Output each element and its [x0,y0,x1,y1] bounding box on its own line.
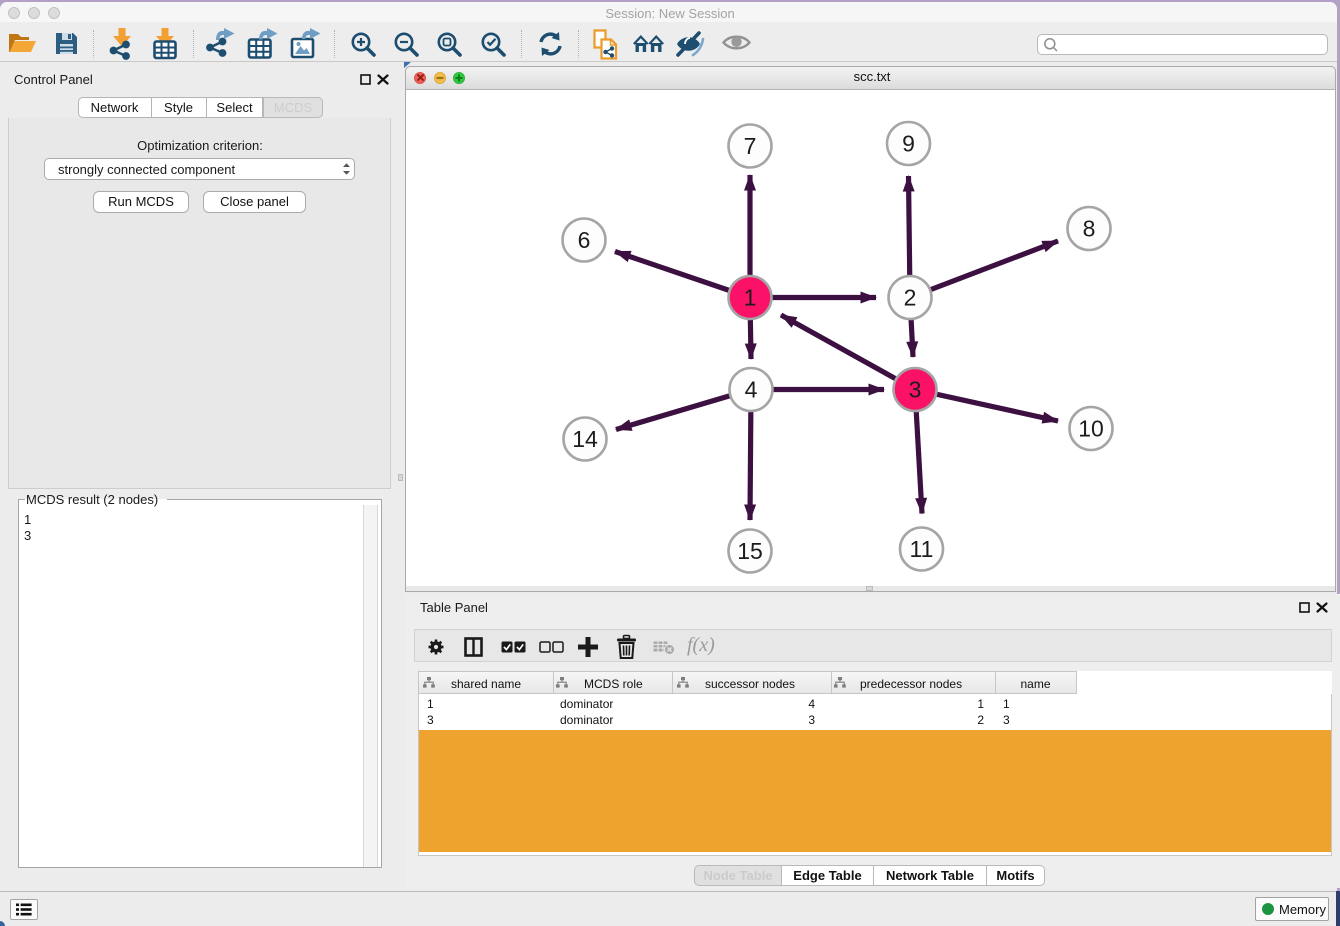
svg-text:10: 10 [1078,416,1104,442]
svg-text:15: 15 [737,538,763,564]
svg-text:9: 9 [902,131,915,157]
svg-text:4: 4 [745,377,758,403]
svg-text:2: 2 [904,285,917,311]
svg-text:3: 3 [909,377,922,403]
svg-text:8: 8 [1083,216,1096,242]
svg-text:7: 7 [744,133,757,159]
svg-text:11: 11 [910,536,934,562]
svg-text:14: 14 [572,426,598,452]
svg-text:6: 6 [578,227,591,253]
svg-text:1: 1 [744,285,757,311]
